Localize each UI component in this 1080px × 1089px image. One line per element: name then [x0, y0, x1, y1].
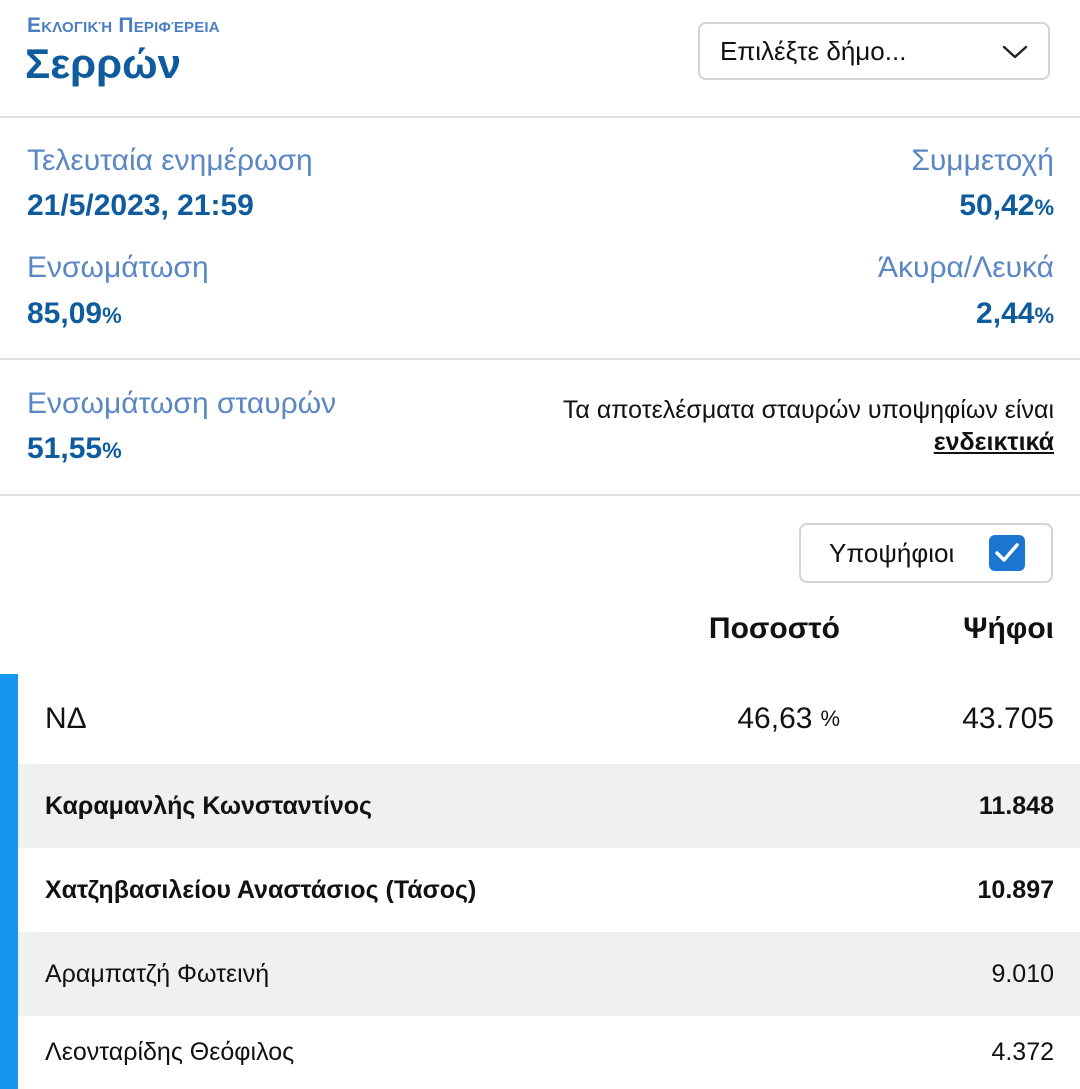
candidate-name: Λεονταρίδης Θεόφιλος: [45, 1038, 295, 1066]
turnout-value-wrap: 50,42%: [959, 189, 1054, 223]
preferences-integration-value: 51,55: [27, 432, 103, 465]
integration-value-wrap: 85,09%: [27, 297, 122, 331]
candidate-name: Χατζηβασιλείου Αναστάσιος (Τάσος): [45, 875, 477, 904]
divider: [0, 358, 1080, 360]
column-header-percent: Ποσοστό: [708, 612, 840, 645]
column-header-votes: Ψήφοι: [963, 612, 1054, 645]
candidate-row[interactable]: Αραμπατζή Φωτεινή 9.010: [18, 932, 1080, 1016]
candidate-row[interactable]: Λεονταρίδης Θεόφιλος 4.372: [18, 1016, 1080, 1089]
municipality-select[interactable]: Επιλέξτε δήμο...: [698, 22, 1050, 80]
candidate-votes: 9.010: [991, 959, 1054, 988]
party-row[interactable]: ΝΔ 46,63% 43.705: [18, 674, 1080, 764]
checkmark-icon: [995, 543, 1019, 562]
candidate-row[interactable]: Καραμανλής Κωνσταντίνος 11.848: [18, 764, 1080, 848]
candidates-checkbox[interactable]: [989, 535, 1025, 571]
party-percent-wrap: 46,63%: [737, 674, 840, 764]
turnout-label: Συμμετοχή: [911, 144, 1054, 177]
last-update-label: Τελευταία ενημέρωση: [27, 144, 313, 177]
percent-sign: %: [102, 438, 122, 463]
divider: [0, 116, 1080, 118]
candidate-votes: 4.372: [991, 1038, 1054, 1066]
region-subtitle: Εκλογική Περιφέρεια: [27, 14, 220, 37]
percent-sign: %: [1034, 303, 1054, 328]
chevron-down-icon: [1002, 36, 1028, 67]
party-accent-bar: [0, 674, 18, 1089]
integration-value: 85,09: [27, 297, 103, 330]
party-votes: 43.705: [962, 702, 1054, 735]
percent-sign: %: [1034, 195, 1054, 220]
preferences-integration-value-wrap: 51,55%: [27, 432, 122, 466]
party-name: ΝΔ: [45, 702, 87, 735]
preferences-integration-label: Ενσωμάτωση σταυρών: [27, 387, 337, 420]
invalid-blank-value: 2,44: [976, 297, 1035, 330]
integration-label: Ενσωμάτωση: [27, 251, 209, 284]
invalid-blank-value-wrap: 2,44%: [976, 297, 1054, 331]
candidate-votes: 10.897: [977, 875, 1054, 904]
percent-sign: %: [102, 303, 122, 328]
candidate-name: Αραμπατζή Φωτεινή: [45, 959, 270, 988]
municipality-select-label: Επιλέξτε δήμο...: [720, 35, 907, 66]
invalid-blank-label: Άκυρα/Λευκά: [878, 251, 1054, 284]
preferences-note: Τα αποτελέσματα σταυρών υποψηφίων είναι: [562, 396, 1054, 424]
candidates-toggle[interactable]: Υποψήφιοι: [799, 523, 1053, 583]
party-percent: 46,63: [737, 702, 813, 735]
candidates-toggle-label: Υποψήφιοι: [829, 537, 955, 568]
last-update-value: 21/5/2023, 21:59: [27, 189, 254, 222]
divider: [0, 494, 1080, 496]
candidate-row[interactable]: Χατζηβασιλείου Αναστάσιος (Τάσος) 10.897: [18, 848, 1080, 932]
candidate-name: Καραμανλής Κωνσταντίνος: [45, 791, 372, 820]
turnout-value: 50,42: [959, 189, 1035, 222]
indicative-link[interactable]: ενδεικτικά: [934, 428, 1054, 457]
candidate-votes: 11.848: [978, 791, 1054, 820]
page-title: Σερρών: [25, 40, 181, 87]
percent-sign: %: [820, 706, 840, 731]
